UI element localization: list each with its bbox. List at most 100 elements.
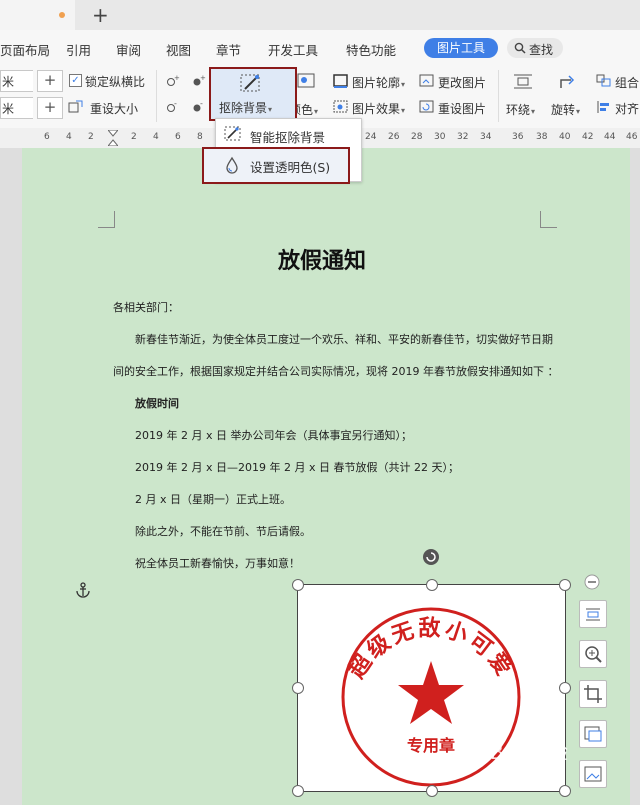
- ruler-tick: 32: [457, 132, 469, 142]
- new-tab-icon[interactable]: +: [92, 3, 109, 27]
- group-icon: [596, 74, 611, 87]
- document-list-item[interactable]: 2019 年 2 月 x 日—2019 年 2 月 x 日 春节放假（共计 22…: [135, 459, 459, 475]
- svg-text:+: +: [174, 74, 180, 82]
- zoom-in-icon: [585, 646, 602, 663]
- picture-outline-button[interactable]: 图片轮廓▾: [352, 74, 405, 91]
- document-paragraph[interactable]: 间的安全工作，根据国家规定并结合公司实际情况，现将 2019 年春节放假安排通知…: [113, 363, 558, 379]
- reset-picture-button[interactable]: 重设图片: [438, 100, 486, 117]
- document-list-item[interactable]: 祝全体员工新春愉快，万事如意！: [135, 555, 300, 571]
- resize-handle[interactable]: [426, 785, 438, 797]
- document-greeting[interactable]: 各相关部门：: [113, 299, 179, 315]
- ruler-tick: 4: [66, 132, 72, 142]
- change-picture-button[interactable]: 更改图片: [438, 74, 486, 91]
- ruler-tick: 2: [88, 132, 94, 142]
- indent-marker-icon[interactable]: [108, 130, 118, 146]
- transparent-drop-icon: [226, 156, 238, 174]
- contrast-down-icon[interactable]: -: [190, 100, 206, 114]
- rotate-icon: [560, 75, 575, 88]
- svg-text:专用章: 专用章: [407, 736, 455, 755]
- wrap-button[interactable]: 环绕▾: [506, 101, 535, 118]
- tab-picture-tools[interactable]: 图片工具: [424, 38, 498, 58]
- remove-background-button[interactable]: 抠除背景▾: [209, 67, 297, 121]
- change-picture-icon: [419, 74, 434, 87]
- svg-text:-: -: [200, 100, 203, 108]
- height-increase-button[interactable]: +: [37, 97, 63, 119]
- smart-remove-background-item[interactable]: 智能抠除背景: [218, 122, 356, 146]
- remove-background-icon: [240, 74, 260, 92]
- search-icon: [514, 42, 526, 54]
- picture-effect-icon: [333, 100, 348, 113]
- resize-handle[interactable]: [426, 579, 438, 591]
- set-transparent-color-label: 设置透明色(S): [250, 160, 331, 175]
- document-list-item[interactable]: 2019 年 2 月 x 日 举办公司年会（具体事宜另行通知）；: [135, 427, 412, 443]
- menu-developer[interactable]: 开发工具: [268, 40, 318, 59]
- ruler-tick: 26: [388, 132, 400, 142]
- tab-strip: +: [0, 0, 640, 31]
- picture-swap-icon: [584, 726, 602, 742]
- ruler-tick: 6: [175, 132, 181, 142]
- search-box[interactable]: 查找: [507, 38, 563, 58]
- ruler-tick: 40: [559, 132, 571, 142]
- document-list-item[interactable]: 除此之外，不能在节前、节后请假。: [135, 523, 311, 539]
- ruler-tick: 2: [131, 132, 137, 142]
- document-paragraph[interactable]: 新春佳节渐近，为使全体员工度过一个欢乐、祥和、平安的新春佳节，切实做好节日期: [135, 331, 553, 347]
- resize-handle[interactable]: [559, 682, 571, 694]
- menu-sections[interactable]: 章节: [216, 40, 241, 59]
- menu-page-layout[interactable]: 页面布局: [0, 40, 50, 59]
- layout-options-button[interactable]: [579, 600, 607, 628]
- ruler-tick: 46: [626, 132, 638, 142]
- resize-handle[interactable]: [292, 682, 304, 694]
- ruler-tick: 24: [365, 132, 377, 142]
- unsaved-dot-icon: [59, 12, 65, 18]
- change-picture-side-button[interactable]: [579, 720, 607, 748]
- brightness-down-icon[interactable]: -: [164, 100, 180, 114]
- smart-remove-icon: [224, 126, 241, 141]
- menu-references[interactable]: 引用: [66, 40, 91, 59]
- menu-special-features[interactable]: 特色功能: [346, 40, 396, 59]
- anchor-icon[interactable]: [75, 582, 91, 598]
- menu-review[interactable]: 审阅: [116, 40, 141, 59]
- lock-ratio-checkbox[interactable]: ✓: [69, 74, 82, 87]
- document-heading[interactable]: 放假时间: [135, 395, 179, 411]
- document-list-item[interactable]: 2 月 x 日（星期一）正式上班。: [135, 491, 291, 507]
- contrast-up-icon[interactable]: +: [190, 74, 206, 88]
- ruler-tick: 28: [411, 132, 423, 142]
- zoom-picture-button[interactable]: [579, 640, 607, 668]
- document-title[interactable]: 放假通知: [278, 243, 366, 275]
- height-unit: 米: [2, 102, 15, 116]
- rotate-button[interactable]: 旋转▾: [551, 101, 580, 118]
- svg-text:-: -: [174, 100, 177, 108]
- menu-view[interactable]: 视图: [166, 40, 191, 59]
- resize-button[interactable]: 重设大小: [90, 100, 138, 117]
- ribbon-separator: [498, 70, 499, 122]
- ruler-tick: 8: [197, 132, 203, 142]
- width-increase-button[interactable]: +: [37, 70, 63, 92]
- ruler-tick: 42: [582, 132, 594, 142]
- resize-handle[interactable]: [559, 579, 571, 591]
- crop-button[interactable]: [579, 680, 607, 708]
- more-picture-options-button[interactable]: [579, 760, 607, 788]
- rotate-handle-icon[interactable]: [422, 548, 440, 566]
- ribbon-separator: [156, 70, 157, 122]
- resize-handle[interactable]: [292, 785, 304, 797]
- width-unit: 米: [2, 75, 15, 89]
- resize-handle[interactable]: [292, 579, 304, 591]
- picture-outline-icon: [333, 74, 348, 88]
- set-transparent-color-item[interactable]: 设置透明色(S): [202, 147, 350, 184]
- group-button[interactable]: 组合: [615, 74, 639, 91]
- brightness-up-icon[interactable]: +: [164, 74, 180, 88]
- crop-icon: [584, 685, 602, 703]
- search-label: 查找: [529, 43, 554, 57]
- ruler-tick: 30: [434, 132, 446, 142]
- align-icon: [597, 101, 609, 113]
- picture-gallery-icon: [584, 766, 602, 782]
- picture-effect-button[interactable]: 图片效果▾: [352, 100, 405, 117]
- align-button[interactable]: 对齐: [615, 100, 639, 117]
- ruler-tick: 34: [480, 132, 492, 142]
- ruler-tick: 38: [536, 132, 548, 142]
- margin-corner-mark: [540, 211, 557, 228]
- margin-corner-mark: [98, 211, 115, 228]
- svg-text:+: +: [200, 74, 206, 82]
- collapse-toolbar-icon[interactable]: [584, 574, 600, 590]
- resize-handle[interactable]: [559, 785, 571, 797]
